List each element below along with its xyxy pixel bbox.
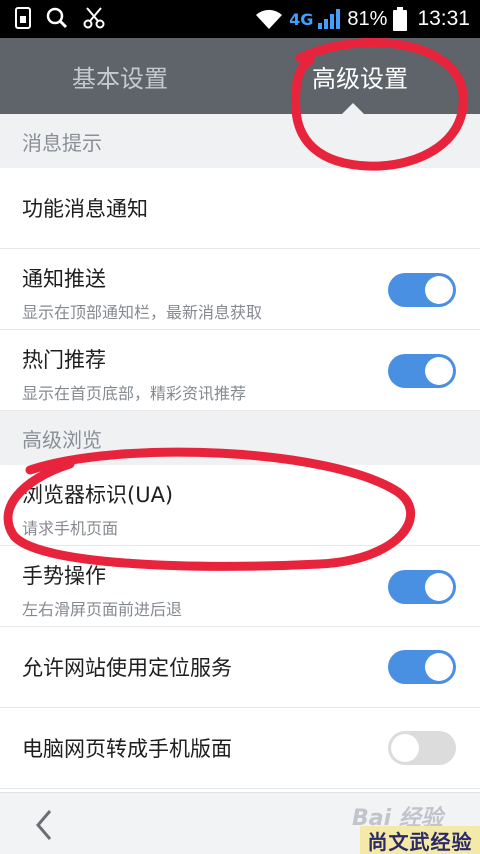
- row-feature-notice[interactable]: 功能消息通知: [0, 168, 480, 249]
- row-title: 电脑网页转成手机版面: [22, 737, 232, 761]
- row-gesture[interactable]: 手势操作 左右滑屏页面前进后退: [0, 546, 480, 627]
- row-push-notification[interactable]: 通知推送 显示在顶部通知栏，最新消息获取: [0, 249, 480, 330]
- active-tab-pointer: [342, 103, 364, 114]
- section-header-advanced-browsing: 高级浏览: [0, 411, 480, 465]
- scissors-icon: [83, 7, 105, 29]
- toggle-knob: [425, 573, 453, 601]
- push-notification-toggle[interactable]: [388, 273, 456, 307]
- author-watermark-stamp: 尚文武经验: [360, 826, 480, 854]
- row-browser-ua[interactable]: 浏览器标识(UA) 请求手机页面: [0, 465, 480, 546]
- row-location-service[interactable]: 允许网站使用定位服务: [0, 627, 480, 708]
- signal-icon: [318, 9, 341, 29]
- hot-recommend-toggle[interactable]: [388, 354, 456, 388]
- toggle-knob: [391, 734, 419, 762]
- settings-tab-bar: 基本设置 高级设置: [0, 38, 480, 114]
- battery-icon: [393, 7, 408, 31]
- tab-basic-settings[interactable]: 基本设置: [0, 38, 240, 114]
- row-subtitle: 请求手机页面: [22, 519, 119, 538]
- search-icon: [46, 7, 68, 29]
- section-header-notifications: 消息提示: [0, 114, 480, 168]
- status-bar: 4G 81% 13:31: [0, 0, 480, 38]
- row-title: 功能消息通知: [22, 197, 148, 221]
- row-hot-recommend[interactable]: 热门推荐 显示在首页底部，精彩资讯推荐: [0, 330, 480, 411]
- clock-time: 13:31: [417, 7, 470, 30]
- network-type-label: 4G: [289, 9, 314, 29]
- status-right-icons: 4G 81% 13:31: [255, 4, 470, 34]
- desktop-to-mobile-toggle[interactable]: [388, 731, 456, 765]
- gesture-toggle[interactable]: [388, 570, 456, 604]
- sim-icon: [15, 7, 31, 29]
- row-title: 浏览器标识(UA): [22, 483, 174, 507]
- toggle-knob: [425, 357, 453, 385]
- wifi-icon: [256, 9, 283, 29]
- row-desktop-to-mobile[interactable]: 电脑网页转成手机版面: [0, 708, 480, 789]
- status-left-icons: [14, 6, 106, 30]
- toggle-knob: [425, 276, 453, 304]
- location-toggle[interactable]: [388, 650, 456, 684]
- toggle-knob: [425, 653, 453, 681]
- settings-list: 消息提示 功能消息通知 通知推送 显示在顶部通知栏，最新消息获取 热门推荐 显示…: [0, 114, 480, 789]
- back-arrow-icon[interactable]: [28, 807, 64, 843]
- battery-percent: 81%: [347, 7, 388, 30]
- row-title: 允许网站使用定位服务: [22, 656, 232, 680]
